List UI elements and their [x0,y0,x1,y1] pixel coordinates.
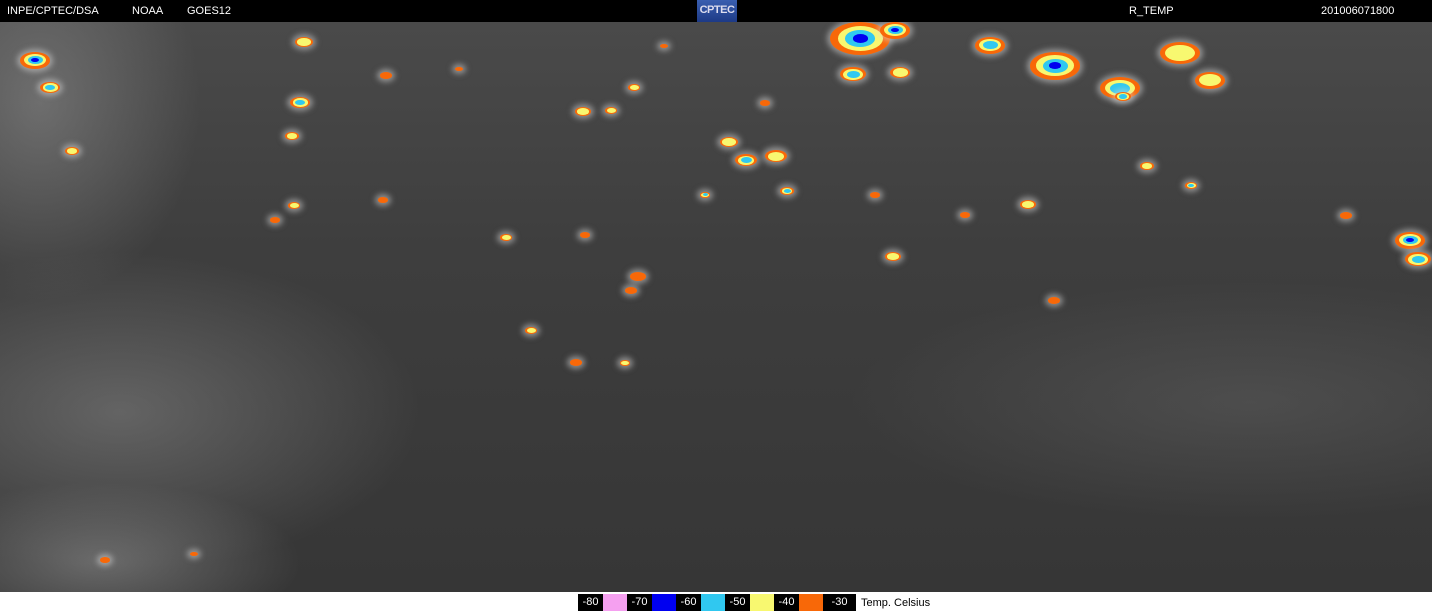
cold-cloud-top [66,147,78,154]
legend-swatch [603,594,627,611]
legend-label: -60 [676,594,701,611]
cold-cloud-top [1141,162,1153,169]
cold-cloud-top [455,67,463,72]
timestamp-label: 201006071800 [1321,5,1395,17]
legend-label: -30 [823,594,856,611]
cold-cloud-top [887,253,899,260]
cold-cloud-top [501,234,511,240]
satellite-image [0,22,1432,592]
product-label: R_TEMP [1129,5,1174,17]
legend-swatch [652,594,676,611]
agency-label: INPE/CPTEC/DSA [7,5,99,17]
legend-label: -50 [725,594,750,611]
cold-cloud-top [852,34,868,43]
temperature-legend: -80 -70 -60 -50 -40 -30 Temp. Celsius [578,594,930,611]
legend-label: -80 [578,594,603,611]
cold-cloud-top [870,192,880,198]
cptec-logo: CPTEC [697,0,737,22]
cold-cloud-top [1165,44,1195,62]
legend-swatch [701,594,725,611]
legend-swatch [799,594,823,611]
cold-cloud-top [722,138,736,146]
cold-cloud-top [625,287,637,294]
cold-cloud-top [1188,183,1194,187]
cold-cloud-top [577,108,589,115]
cold-cloud-top [760,100,770,106]
legend-label: -70 [627,594,652,611]
legend-swatch [750,594,774,611]
cold-cloud-top [630,272,646,281]
cold-cloud-top [190,552,198,557]
cold-cloud-top [570,359,582,366]
cold-cloud-top [783,188,791,193]
cold-cloud-top [1340,212,1352,219]
cold-cloud-top [982,41,998,50]
cold-cloud-top [621,360,629,365]
satellite-label: GOES12 [187,5,232,17]
cold-cloud-top [286,132,298,139]
cold-cloud-top [740,157,752,164]
cold-cloud-top [378,197,388,203]
cold-cloud-top [1119,94,1127,99]
cold-cloud-top [606,107,616,113]
cold-cloud-top [629,84,639,90]
legend-title: Temp. Celsius [861,596,931,609]
cold-cloud-top [1048,297,1060,304]
cold-cloud-top [526,327,536,333]
cold-cloud-top [297,38,311,46]
cold-cloud-top [270,217,280,223]
source-label: NOAA [132,5,164,17]
legend-label: -40 [774,594,799,611]
cold-cloud-top [960,212,970,218]
cold-cloud-top [660,44,668,49]
cold-cloud-top [702,193,708,197]
header-bar: INPE/CPTEC/DSA NOAA GOES12 CPTEC R_TEMP … [0,0,1432,22]
cold-cloud-top [289,202,299,208]
cold-cloud-top [846,70,860,78]
cold-cloud-top [380,72,392,79]
cold-cloud-top [580,232,590,238]
cold-cloud-top [100,557,110,563]
cold-cloud-top [767,151,785,161]
cold-cloud-top [1022,201,1034,208]
cold-cloud-top [1411,255,1425,263]
cold-cloud-top [892,68,908,77]
